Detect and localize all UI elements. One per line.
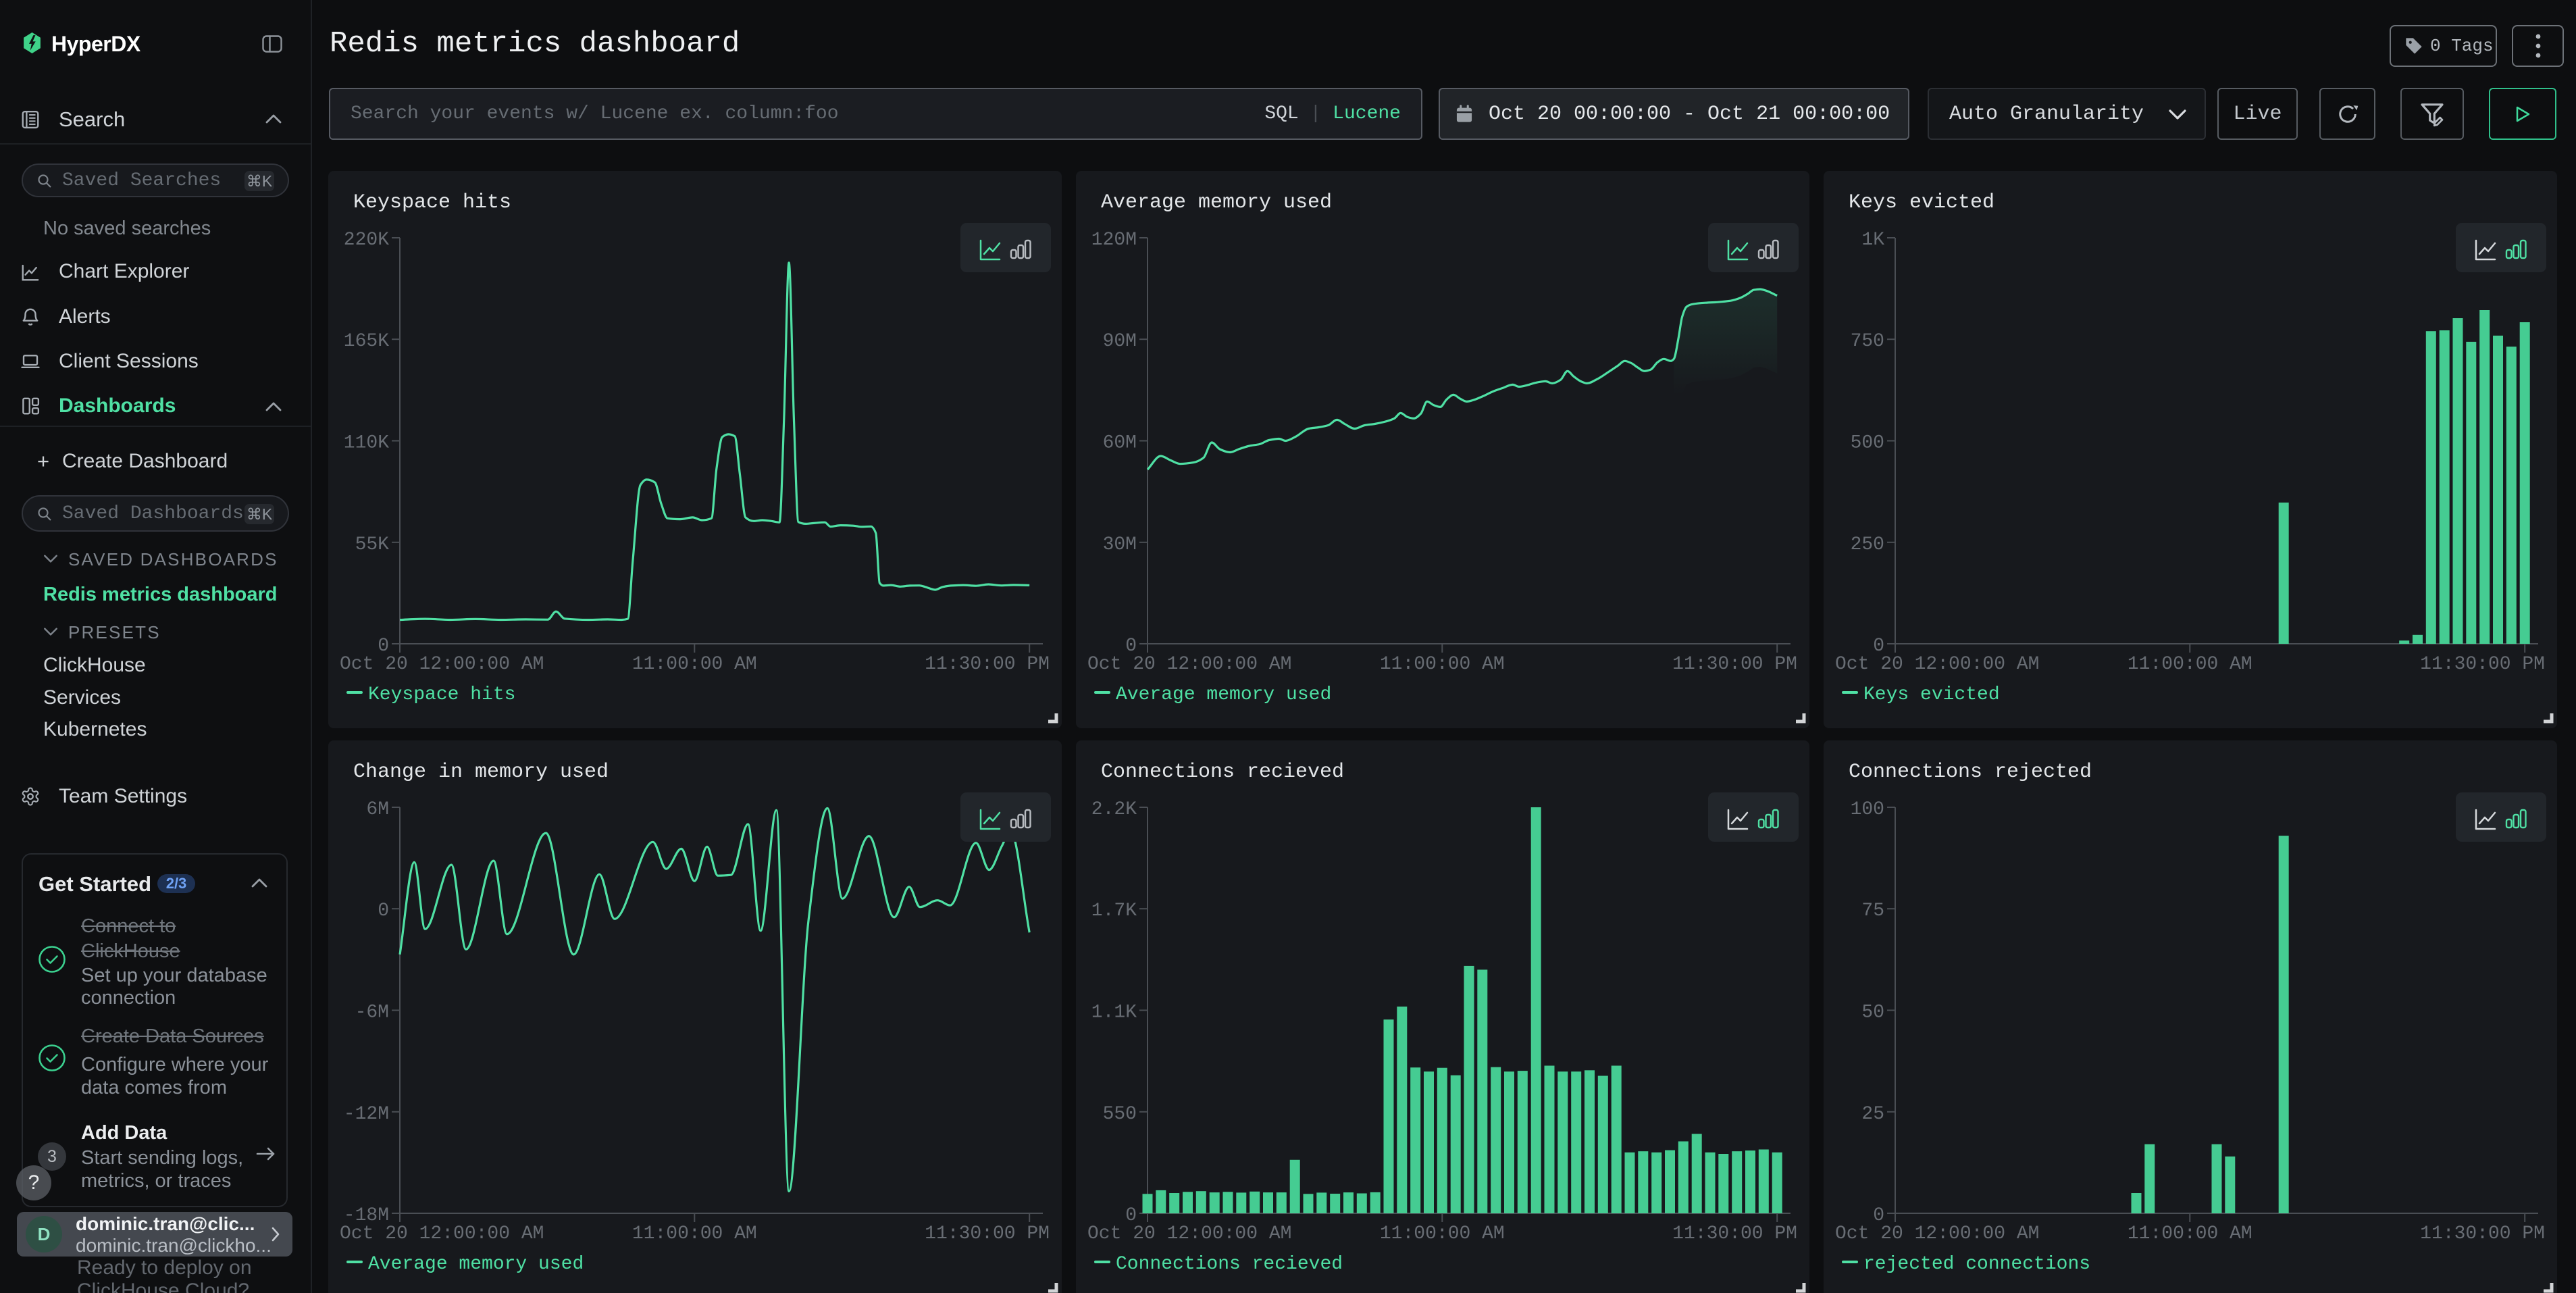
svg-text:Connections rejected: Connections rejected — [1849, 761, 2092, 784]
svg-text:11:00:00 AM: 11:00:00 AM — [1380, 1223, 1505, 1244]
svg-text:11:30:00 PM: 11:30:00 PM — [1672, 654, 1797, 675]
svg-text:11:00:00 AM: 11:00:00 AM — [632, 1223, 757, 1244]
svg-text:11:00:00 AM: 11:00:00 AM — [632, 654, 757, 675]
svg-text:Keys evicted: Keys evicted — [1849, 191, 1994, 214]
svg-text:Connections recieved: Connections recieved — [1101, 761, 1344, 784]
svg-text:1.1K: 1.1K — [1091, 1003, 1137, 1023]
svg-text:Oct 20 12:00:00 AM: Oct 20 12:00:00 AM — [1087, 1223, 1291, 1244]
svg-text:Average memory used: Average memory used — [1101, 191, 1332, 214]
svg-text:11:00:00 AM: 11:00:00 AM — [2128, 1223, 2252, 1244]
svg-text:-12M: -12M — [344, 1104, 389, 1125]
svg-text:220K: 220K — [344, 230, 389, 251]
svg-text:500: 500 — [1851, 433, 1884, 454]
svg-text:Oct 20 12:00:00 AM: Oct 20 12:00:00 AM — [1835, 1223, 2039, 1244]
svg-text:6M: 6M — [366, 799, 389, 820]
svg-text:Keys evicted: Keys evicted — [1863, 684, 2000, 705]
svg-text:Connections recieved: Connections recieved — [1116, 1254, 1343, 1275]
svg-text:Change in memory used: Change in memory used — [353, 761, 609, 784]
svg-text:165K: 165K — [344, 331, 389, 352]
svg-text:750: 750 — [1851, 331, 1884, 352]
svg-text:Keyspace hits: Keyspace hits — [368, 684, 515, 705]
svg-text:1.7K: 1.7K — [1091, 901, 1137, 921]
svg-text:120M: 120M — [1091, 230, 1137, 251]
svg-text:Keyspace hits: Keyspace hits — [353, 191, 511, 214]
svg-text:Oct 20 12:00:00 AM: Oct 20 12:00:00 AM — [1087, 654, 1291, 675]
svg-text:25: 25 — [1861, 1104, 1884, 1125]
svg-text:1K: 1K — [1861, 230, 1884, 251]
svg-text:50: 50 — [1861, 1003, 1884, 1023]
svg-text:Average memory used: Average memory used — [368, 1254, 584, 1275]
svg-text:550: 550 — [1103, 1104, 1137, 1125]
svg-text:Average memory used: Average memory used — [1116, 684, 1331, 705]
svg-text:11:30:00 PM: 11:30:00 PM — [2420, 654, 2545, 675]
svg-text:11:00:00 AM: 11:00:00 AM — [2128, 654, 2252, 675]
svg-text:rejected connections: rejected connections — [1863, 1254, 2090, 1275]
svg-text:30M: 30M — [1103, 534, 1137, 555]
svg-text:100: 100 — [1851, 799, 1884, 820]
svg-text:11:00:00 AM: 11:00:00 AM — [1380, 654, 1505, 675]
svg-text:11:30:00 PM: 11:30:00 PM — [925, 654, 1050, 675]
svg-text:60M: 60M — [1103, 433, 1137, 454]
svg-text:Oct 20 12:00:00 AM: Oct 20 12:00:00 AM — [340, 654, 544, 675]
svg-text:2.2K: 2.2K — [1091, 799, 1137, 820]
svg-text:250: 250 — [1851, 534, 1884, 555]
svg-text:75: 75 — [1861, 901, 1884, 921]
svg-text:0: 0 — [378, 901, 389, 921]
svg-text:Oct 20 12:00:00 AM: Oct 20 12:00:00 AM — [1835, 654, 2039, 675]
svg-text:11:30:00 PM: 11:30:00 PM — [925, 1223, 1050, 1244]
svg-text:11:30:00 PM: 11:30:00 PM — [1672, 1223, 1797, 1244]
svg-text:-6M: -6M — [355, 1003, 389, 1023]
svg-text:11:30:00 PM: 11:30:00 PM — [2420, 1223, 2545, 1244]
svg-text:55K: 55K — [355, 534, 390, 555]
svg-text:90M: 90M — [1103, 331, 1137, 352]
svg-text:Oct 20 12:00:00 AM: Oct 20 12:00:00 AM — [340, 1223, 544, 1244]
svg-text:110K: 110K — [344, 433, 389, 454]
